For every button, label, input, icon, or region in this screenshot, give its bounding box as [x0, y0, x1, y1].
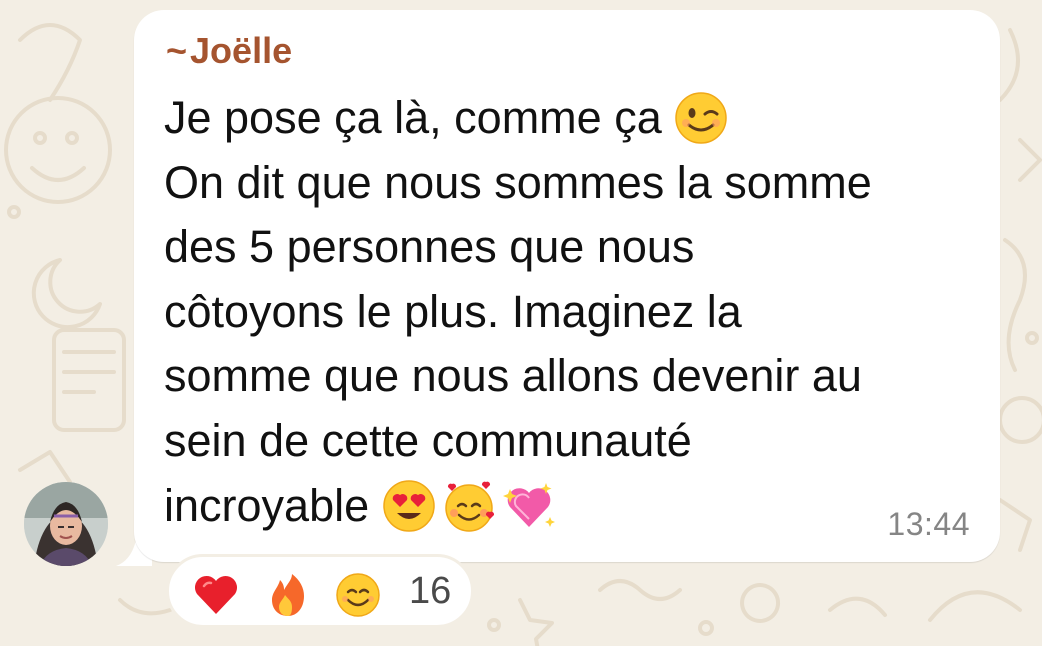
avatar-photo	[24, 482, 108, 566]
heart-eyes-face-icon	[382, 479, 435, 532]
message-timestamp: 13:44	[887, 506, 970, 542]
red-heart-icon	[194, 575, 238, 614]
sender-name-text: Joëlle	[190, 30, 293, 71]
message-line: Je pose ça là, comme ça	[164, 86, 984, 151]
smiling-face-icon	[336, 573, 380, 617]
message-text: Je pose ça là, comme ça On dit que nous …	[164, 86, 984, 538]
sparkling-heart-icon	[502, 482, 555, 527]
message-line: incroyable	[164, 474, 984, 539]
message-line: somme que nous allons devenir au	[164, 350, 862, 402]
sender-prefix: ~	[166, 30, 188, 71]
reaction-count: 16	[409, 570, 452, 612]
message-line: des 5 personnes que nous	[164, 221, 695, 273]
smiling-face-with-hearts-icon	[444, 481, 494, 532]
message-bubble[interactable]: ~Joëlle Je pose ça là, comme ça On dit q…	[134, 10, 1000, 562]
sender-name[interactable]: ~Joëlle	[166, 30, 292, 72]
reactions-bar[interactable]: 16	[166, 554, 474, 628]
message-line: On dit que nous sommes la somme	[164, 156, 872, 208]
message-line: sein de cette communauté	[164, 414, 692, 466]
sender-avatar[interactable]	[24, 482, 108, 566]
message-line: côtoyons le plus. Imaginez la	[164, 285, 742, 337]
fire-icon	[272, 574, 304, 616]
winking-face-icon	[675, 92, 727, 144]
